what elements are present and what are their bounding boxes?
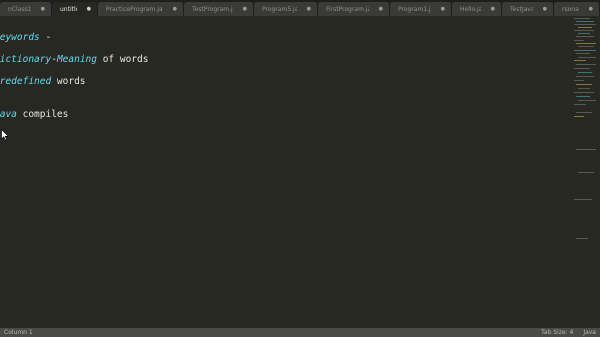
- tab-nclass1[interactable]: nClass1.java ●: [0, 2, 52, 16]
- code-line-4: Java compiles: [0, 109, 68, 121]
- minimap-line: [578, 72, 592, 73]
- tab-dirty-icon[interactable]: ●: [379, 6, 383, 12]
- tab-testjava[interactable]: TestJava.java ●: [502, 2, 554, 16]
- tab-testprogram[interactable]: TestProgram.java ●: [184, 2, 254, 16]
- minimap-line: [574, 50, 596, 51]
- tab-dirty-icon[interactable]: ●: [589, 6, 593, 12]
- tab-firstprogram[interactable]: FirstProgram.java ●: [318, 2, 390, 16]
- tab-label: Program1.java: [398, 5, 431, 13]
- tab-dirty-icon[interactable]: ●: [441, 6, 445, 12]
- keyword-token: Meaning: [56, 54, 97, 65]
- code-line-3: Predefined words: [0, 76, 86, 88]
- minimap-line: [574, 30, 594, 31]
- minimap-line: [576, 43, 596, 44]
- minimap-line: [578, 46, 594, 47]
- text-token: of words: [96, 54, 149, 65]
- minimap-line: [576, 238, 588, 239]
- tab-label: rsonation.java: [562, 5, 579, 13]
- keyword-token: Java: [0, 109, 17, 120]
- minimap-line: [578, 27, 592, 28]
- tab-dirty-icon[interactable]: ●: [491, 6, 495, 12]
- minimap-line: [576, 76, 594, 77]
- minimap-line: [574, 40, 584, 41]
- tab-bar: nClass1.java ● untitled ● PracticeProgra…: [0, 0, 600, 16]
- minimap-line: [578, 57, 596, 58]
- tab-rsonation[interactable]: rsonation.java ●: [554, 2, 600, 16]
- minimap-line: [574, 24, 596, 25]
- minimap-line: [574, 68, 590, 69]
- tab-label: PracticeProgram.java: [106, 5, 163, 13]
- tab-dirty-icon[interactable]: ●: [307, 6, 311, 12]
- minimap-line: [574, 116, 584, 117]
- text-token: words: [51, 76, 86, 87]
- tab-untitled[interactable]: untitled ●: [52, 2, 98, 16]
- status-right-group: Tab Size: 4 Java: [541, 329, 596, 336]
- keyword-token: Keywords: [0, 32, 40, 43]
- tab-dirty-icon[interactable]: ●: [41, 6, 45, 12]
- minimap-line: [578, 172, 594, 173]
- minimap-line: [576, 112, 592, 113]
- code-line-2: Dictionary-Meaning of words: [0, 54, 148, 66]
- minimap-line: [576, 53, 590, 54]
- mouse-pointer-icon: [1, 129, 9, 141]
- text-token: -: [39, 32, 52, 43]
- tab-label: TestProgram.java: [192, 5, 233, 13]
- tab-label: TestJava.java: [510, 5, 533, 13]
- status-bar: Column 1 Tab Size: 4 Java: [0, 328, 600, 337]
- minimap-line: [578, 88, 590, 89]
- tab-program5[interactable]: Program5.java ●: [254, 2, 318, 16]
- cursor-position: Column 1: [4, 329, 33, 336]
- tab-dirty-icon[interactable]: ●: [243, 6, 247, 12]
- tab-program1[interactable]: Program1.java ●: [390, 2, 452, 16]
- tab-label: nClass1.java: [8, 5, 31, 13]
- minimap-line: [574, 92, 594, 93]
- tab-dirty-icon[interactable]: ●: [543, 6, 547, 12]
- text-editor[interactable]: Keywords - Dictionary-Meaning of words P…: [0, 16, 570, 328]
- syntax-selector[interactable]: Java: [583, 329, 596, 336]
- minimap[interactable]: [572, 16, 600, 328]
- minimap-line: [574, 80, 584, 81]
- minimap-line: [578, 33, 590, 34]
- minimap-line: [576, 36, 594, 37]
- tab-label: FirstProgram.java: [326, 5, 369, 13]
- minimap-line: [578, 100, 596, 101]
- tab-hello[interactable]: Hello.java ●: [452, 2, 502, 16]
- text-token: compiles: [16, 109, 69, 120]
- minimap-line: [576, 149, 596, 150]
- minimap-line: [576, 64, 596, 65]
- tab-label: untitled: [60, 5, 77, 13]
- minimap-line: [574, 199, 592, 200]
- minimap-line: [576, 84, 592, 85]
- keyword-token: Dictionary: [0, 54, 52, 65]
- code-line-1: Keywords -: [0, 32, 51, 44]
- minimap-line: [574, 60, 586, 61]
- tab-label: Program5.java: [262, 5, 297, 13]
- minimap-line: [574, 104, 586, 105]
- minimap-line: [574, 18, 590, 19]
- editor-window: nClass1.java ● untitled ● PracticeProgra…: [0, 0, 600, 337]
- tab-dirty-icon[interactable]: ●: [173, 6, 177, 12]
- minimap-line: [576, 21, 594, 22]
- tab-label: Hello.java: [460, 5, 481, 13]
- tab-size-selector[interactable]: Tab Size: 4: [541, 329, 573, 336]
- keyword-token: Predefined: [0, 76, 52, 87]
- tab-dirty-icon[interactable]: ●: [87, 6, 91, 12]
- tab-practiceprogram[interactable]: PracticeProgram.java ●: [98, 2, 184, 16]
- minimap-line: [576, 96, 590, 97]
